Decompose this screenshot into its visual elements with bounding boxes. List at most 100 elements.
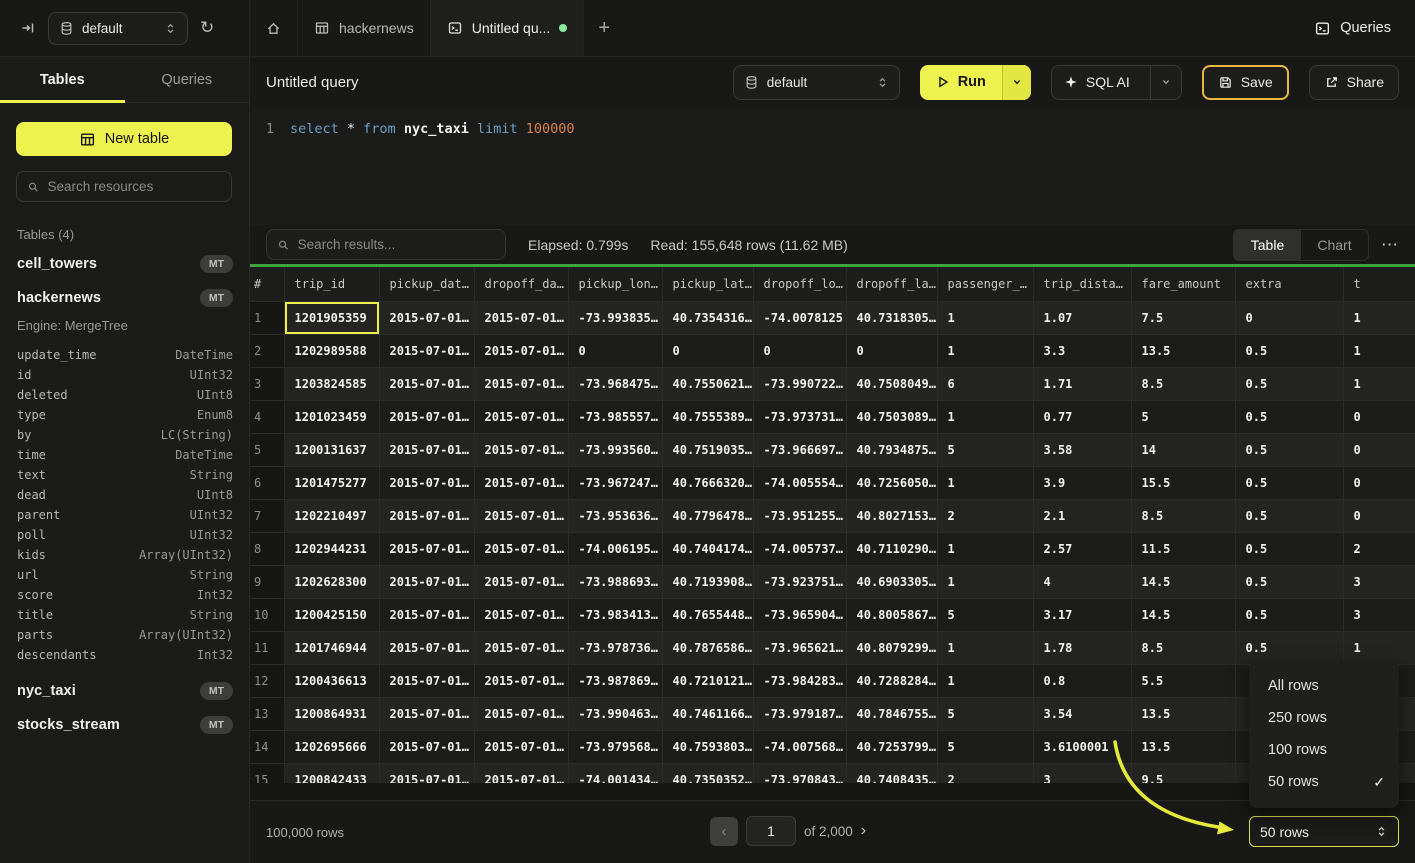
- table-cell[interactable]: 2.57: [1033, 532, 1131, 565]
- table-cell[interactable]: 0: [1343, 466, 1415, 499]
- column-header[interactable]: pickup_dat…: [379, 267, 474, 301]
- table-cell[interactable]: 3: [1343, 598, 1415, 631]
- tab-home[interactable]: [250, 0, 298, 56]
- table-cell[interactable]: 1: [937, 334, 1033, 367]
- page-number-input[interactable]: [746, 816, 796, 846]
- table-cell[interactable]: 13.5: [1131, 697, 1235, 730]
- table-cell[interactable]: 2015-07-01…: [379, 334, 474, 367]
- column-header[interactable]: dropoff_da…: [474, 267, 568, 301]
- table-cell[interactable]: -73.987869…: [568, 664, 662, 697]
- table-cell[interactable]: -74.007568…: [753, 730, 846, 763]
- table-cell[interactable]: 40.8027153…: [846, 499, 937, 532]
- run-button[interactable]: Run: [920, 65, 1002, 100]
- table-cell[interactable]: 14.5: [1131, 598, 1235, 631]
- table-cell[interactable]: -73.978736…: [568, 631, 662, 664]
- menu-item-250-rows[interactable]: 250 rows: [1249, 702, 1399, 734]
- table-cell[interactable]: 1: [1343, 334, 1415, 367]
- table-cell[interactable]: 1201905359: [284, 301, 379, 334]
- table-cell[interactable]: 2015-07-01…: [474, 532, 568, 565]
- table-cell[interactable]: -74.005737…: [753, 532, 846, 565]
- column-header[interactable]: #: [250, 267, 284, 301]
- table-cell[interactable]: 1201023459: [284, 400, 379, 433]
- view-toggle-table[interactable]: Table: [1234, 230, 1301, 260]
- table-cell[interactable]: 3.3: [1033, 334, 1131, 367]
- column-header[interactable]: extra: [1235, 267, 1343, 301]
- table-cell[interactable]: -73.984283…: [753, 664, 846, 697]
- more-options-button[interactable]: ⋯: [1381, 235, 1399, 255]
- table-cell[interactable]: 8.5: [1131, 499, 1235, 532]
- table-cell[interactable]: 0: [1343, 499, 1415, 532]
- column-header[interactable]: pickup_lat…: [662, 267, 753, 301]
- table-cell[interactable]: 40.7796478…: [662, 499, 753, 532]
- table-cell[interactable]: 2015-07-01…: [379, 730, 474, 763]
- table-cell[interactable]: 2015-07-01…: [379, 532, 474, 565]
- table-cell[interactable]: 0.5: [1235, 367, 1343, 400]
- table-cell[interactable]: 40.7508049…: [846, 367, 937, 400]
- table-cell[interactable]: 40.7846755…: [846, 697, 937, 730]
- table-cell[interactable]: 0.5: [1235, 400, 1343, 433]
- table-cell[interactable]: 40.7256050…: [846, 466, 937, 499]
- sidebar-tab-queries[interactable]: Queries: [125, 57, 250, 102]
- table-cell[interactable]: -73.965904…: [753, 598, 846, 631]
- table-cell[interactable]: 1: [937, 664, 1033, 697]
- table-cell[interactable]: 1200131637: [284, 433, 379, 466]
- table-cell[interactable]: 1: [1343, 367, 1415, 400]
- table-cell[interactable]: -74.001434…: [568, 763, 662, 783]
- table-cell[interactable]: 2015-07-01…: [474, 334, 568, 367]
- query-database-selector[interactable]: default: [733, 65, 900, 100]
- table-cell[interactable]: 1: [937, 532, 1033, 565]
- new-tab-button[interactable]: +: [584, 0, 624, 56]
- table-cell[interactable]: -73.979568…: [568, 730, 662, 763]
- table-cell[interactable]: 0.5: [1235, 598, 1343, 631]
- table-cell[interactable]: 3.9: [1033, 466, 1131, 499]
- table-cell[interactable]: 0.5: [1235, 466, 1343, 499]
- sql-ai-options-button[interactable]: [1150, 66, 1181, 99]
- table-cell[interactable]: 5: [937, 433, 1033, 466]
- table-cell[interactable]: 2015-07-01…: [474, 697, 568, 730]
- table-cell[interactable]: 5: [937, 730, 1033, 763]
- table-cell[interactable]: 8.5: [1131, 631, 1235, 664]
- table-cell[interactable]: 2015-07-01…: [474, 499, 568, 532]
- table-cell[interactable]: -73.966697…: [753, 433, 846, 466]
- table-cell[interactable]: 1: [937, 631, 1033, 664]
- table-cell[interactable]: 40.7350352…: [662, 763, 753, 783]
- table-cell[interactable]: 2015-07-01…: [379, 466, 474, 499]
- table-cell[interactable]: -73.965621…: [753, 631, 846, 664]
- table-cell[interactable]: 2015-07-01…: [474, 631, 568, 664]
- table-cell[interactable]: 0.8: [1033, 664, 1131, 697]
- table-cell[interactable]: -73.951255…: [753, 499, 846, 532]
- run-options-button[interactable]: [1002, 65, 1031, 100]
- table-cell[interactable]: 40.7193908…: [662, 565, 753, 598]
- table-cell[interactable]: 2015-07-01…: [379, 400, 474, 433]
- table-cell[interactable]: -73.973731…: [753, 400, 846, 433]
- table-cell[interactable]: 2: [1343, 532, 1415, 565]
- table-cell[interactable]: 1200842433: [284, 763, 379, 783]
- table-cell[interactable]: 40.8005867…: [846, 598, 937, 631]
- table-cell[interactable]: 2015-07-01…: [474, 367, 568, 400]
- table-cell[interactable]: 1202944231: [284, 532, 379, 565]
- table-cell[interactable]: 14.5: [1131, 565, 1235, 598]
- table-cell[interactable]: 40.7288284…: [846, 664, 937, 697]
- table-cell[interactable]: 2015-07-01…: [474, 301, 568, 334]
- table-cell[interactable]: 3.54: [1033, 697, 1131, 730]
- prev-page-button[interactable]: ‹: [710, 817, 738, 846]
- table-cell[interactable]: 40.7253799…: [846, 730, 937, 763]
- table-cell[interactable]: -73.983413…: [568, 598, 662, 631]
- table-cell[interactable]: 2015-07-01…: [379, 565, 474, 598]
- table-item-hackernews[interactable]: hackernews MT: [17, 286, 233, 310]
- table-cell[interactable]: 40.7666320…: [662, 466, 753, 499]
- table-cell[interactable]: 0.5: [1235, 499, 1343, 532]
- table-cell[interactable]: -73.970843…: [753, 763, 846, 783]
- table-cell[interactable]: 15.5: [1131, 466, 1235, 499]
- table-cell[interactable]: 40.7503089…: [846, 400, 937, 433]
- table-cell[interactable]: 8.5: [1131, 367, 1235, 400]
- table-cell[interactable]: 40.7876586…: [662, 631, 753, 664]
- table-cell[interactable]: 1: [937, 400, 1033, 433]
- table-cell[interactable]: 2015-07-01…: [474, 730, 568, 763]
- table-cell[interactable]: 14: [1131, 433, 1235, 466]
- view-toggle-chart[interactable]: Chart: [1301, 230, 1368, 260]
- table-cell[interactable]: 0: [753, 334, 846, 367]
- table-cell[interactable]: 40.7110290…: [846, 532, 937, 565]
- table-cell[interactable]: 2015-07-01…: [474, 565, 568, 598]
- table-cell[interactable]: 1200864931: [284, 697, 379, 730]
